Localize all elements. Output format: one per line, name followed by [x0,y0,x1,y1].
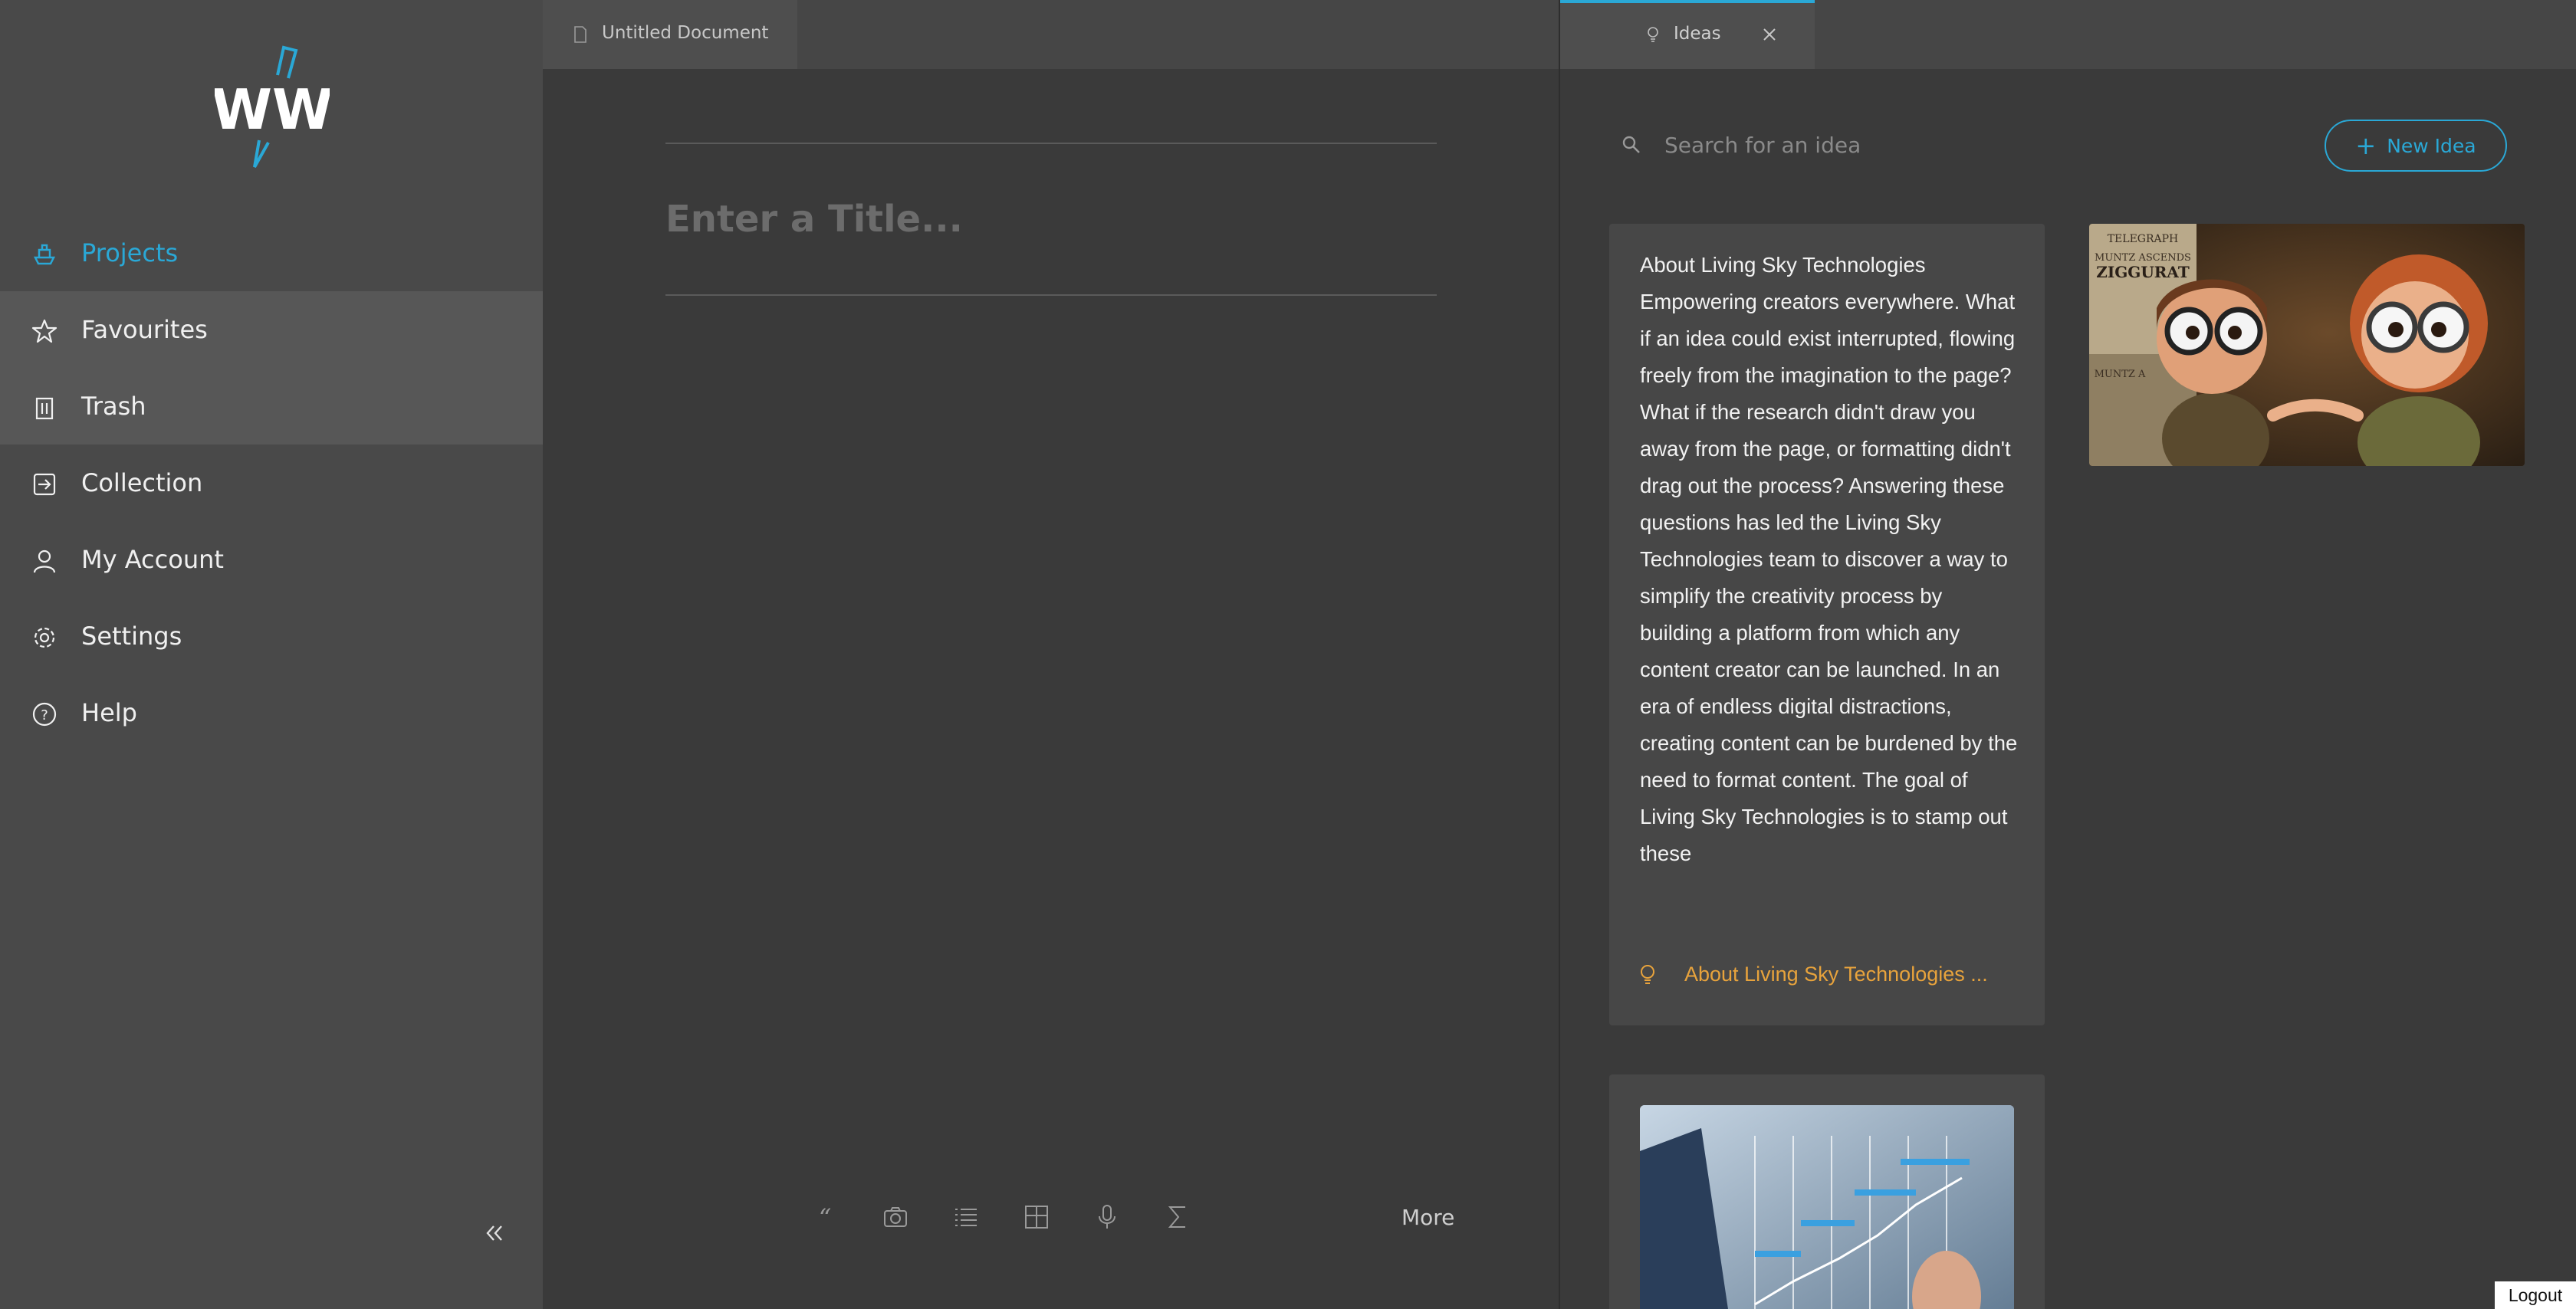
lightbulb-icon [1641,965,1654,984]
close-icon[interactable] [1762,27,1777,42]
import-icon [33,473,56,496]
svg-text:?: ? [41,707,48,723]
svg-text:MUNTZ A: MUNTZ A [2095,369,2146,380]
boat-icon [33,244,56,265]
svg-text:WW: WW [215,77,330,142]
sidebar-item-label: Projects [81,238,179,267]
idea-card-image [1640,1105,2014,1309]
new-idea-button[interactable]: + New Idea [2325,120,2507,172]
camera-icon[interactable] [882,1203,909,1231]
document-icon [574,26,586,43]
sidebar-item-settings[interactable]: Settings [0,598,543,674]
sidebar-item-label: Settings [81,622,182,651]
sidebar-item-projects[interactable]: Projects [0,215,543,291]
idea-card-body: About Living Sky Technologies Empowering… [1640,253,2018,865]
quote-icon[interactable]: “ [811,1203,839,1231]
lightbulb-icon [1648,27,1658,42]
user-icon [33,550,56,573]
trash-icon [35,397,54,420]
search-input[interactable] [1664,127,2124,162]
svg-text:ZIGGURAT: ZIGGURAT [2096,263,2190,281]
logo-icon[interactable]: WW [215,44,330,175]
editor-toolbar: “ More [543,1193,1559,1238]
sidebar-item-favourites[interactable]: Favourites [0,291,543,368]
divider [665,294,1437,296]
microphone-icon[interactable] [1093,1203,1121,1231]
idea-card-link[interactable]: About Living Sky Technologies ... [1684,963,1988,986]
svg-text:“: “ [819,1203,831,1231]
list-icon[interactable] [952,1203,980,1231]
svg-text:TELEGRAPH: TELEGRAPH [2108,233,2179,245]
sidebar-item-label: Favourites [81,315,208,344]
tab-label: Untitled Document [602,23,769,43]
sidebar-item-trash[interactable]: Trash [0,368,543,445]
star-icon [31,319,58,343]
sidebar-item-label: My Account [81,545,224,574]
title-area [665,143,1437,296]
idea-card-footer[interactable]: About Living Sky Technologies ... [1640,960,2023,993]
sidebar-item-label: Trash [81,392,146,421]
gear-icon [34,627,55,648]
sidebar-item-collection[interactable]: Collection [0,445,543,521]
sidebar-item-label: Collection [81,468,203,497]
svg-text:MUNTZ ASCENDS: MUNTZ ASCENDS [2095,252,2191,264]
plus-icon: + [2355,131,2377,160]
sidebar-item-label: Help [81,698,137,727]
help-icon: ? [32,702,57,727]
ideas-tabbar: Ideas [1560,0,2576,69]
title-input[interactable] [665,144,1437,294]
logout-button[interactable]: Logout [2495,1281,2576,1309]
double-chevron-left-icon[interactable] [483,1222,506,1245]
sigma-icon[interactable] [1164,1203,1191,1231]
table-icon[interactable] [1023,1203,1050,1231]
sidebar: WW Projects Favourites Trash Collection [0,0,543,1309]
tab-ideas[interactable]: Ideas [1560,0,1815,69]
sidebar-item-my-account[interactable]: My Account [0,521,543,598]
idea-image-card[interactable]: TELEGRAPH MUNTZ ASCENDS ZIGGURAT MUNTZ A [2089,224,2525,466]
tab-label: Ideas [1674,24,1721,44]
editor-tabbar: Untitled Document [543,0,1559,69]
search-icon [1622,136,1640,153]
editor-pane: Untitled Document “ [543,0,1559,1309]
more-button[interactable]: More [1401,1205,1454,1230]
new-idea-label: New Idea [2387,134,2476,157]
tab-untitled-document[interactable]: Untitled Document [543,0,797,69]
business-chart-image [1640,1105,2014,1309]
animated-kids-image: TELEGRAPH MUNTZ ASCENDS ZIGGURAT MUNTZ A [2089,224,2525,466]
ideas-panel: Ideas + New Idea About Living Sky Techno… [1559,0,2576,1309]
sidebar-item-help[interactable]: ? Help [0,674,543,751]
idea-card[interactable]: About Living Sky Technologies Empowering… [1609,224,2045,1025]
idea-card[interactable] [1609,1074,2045,1309]
